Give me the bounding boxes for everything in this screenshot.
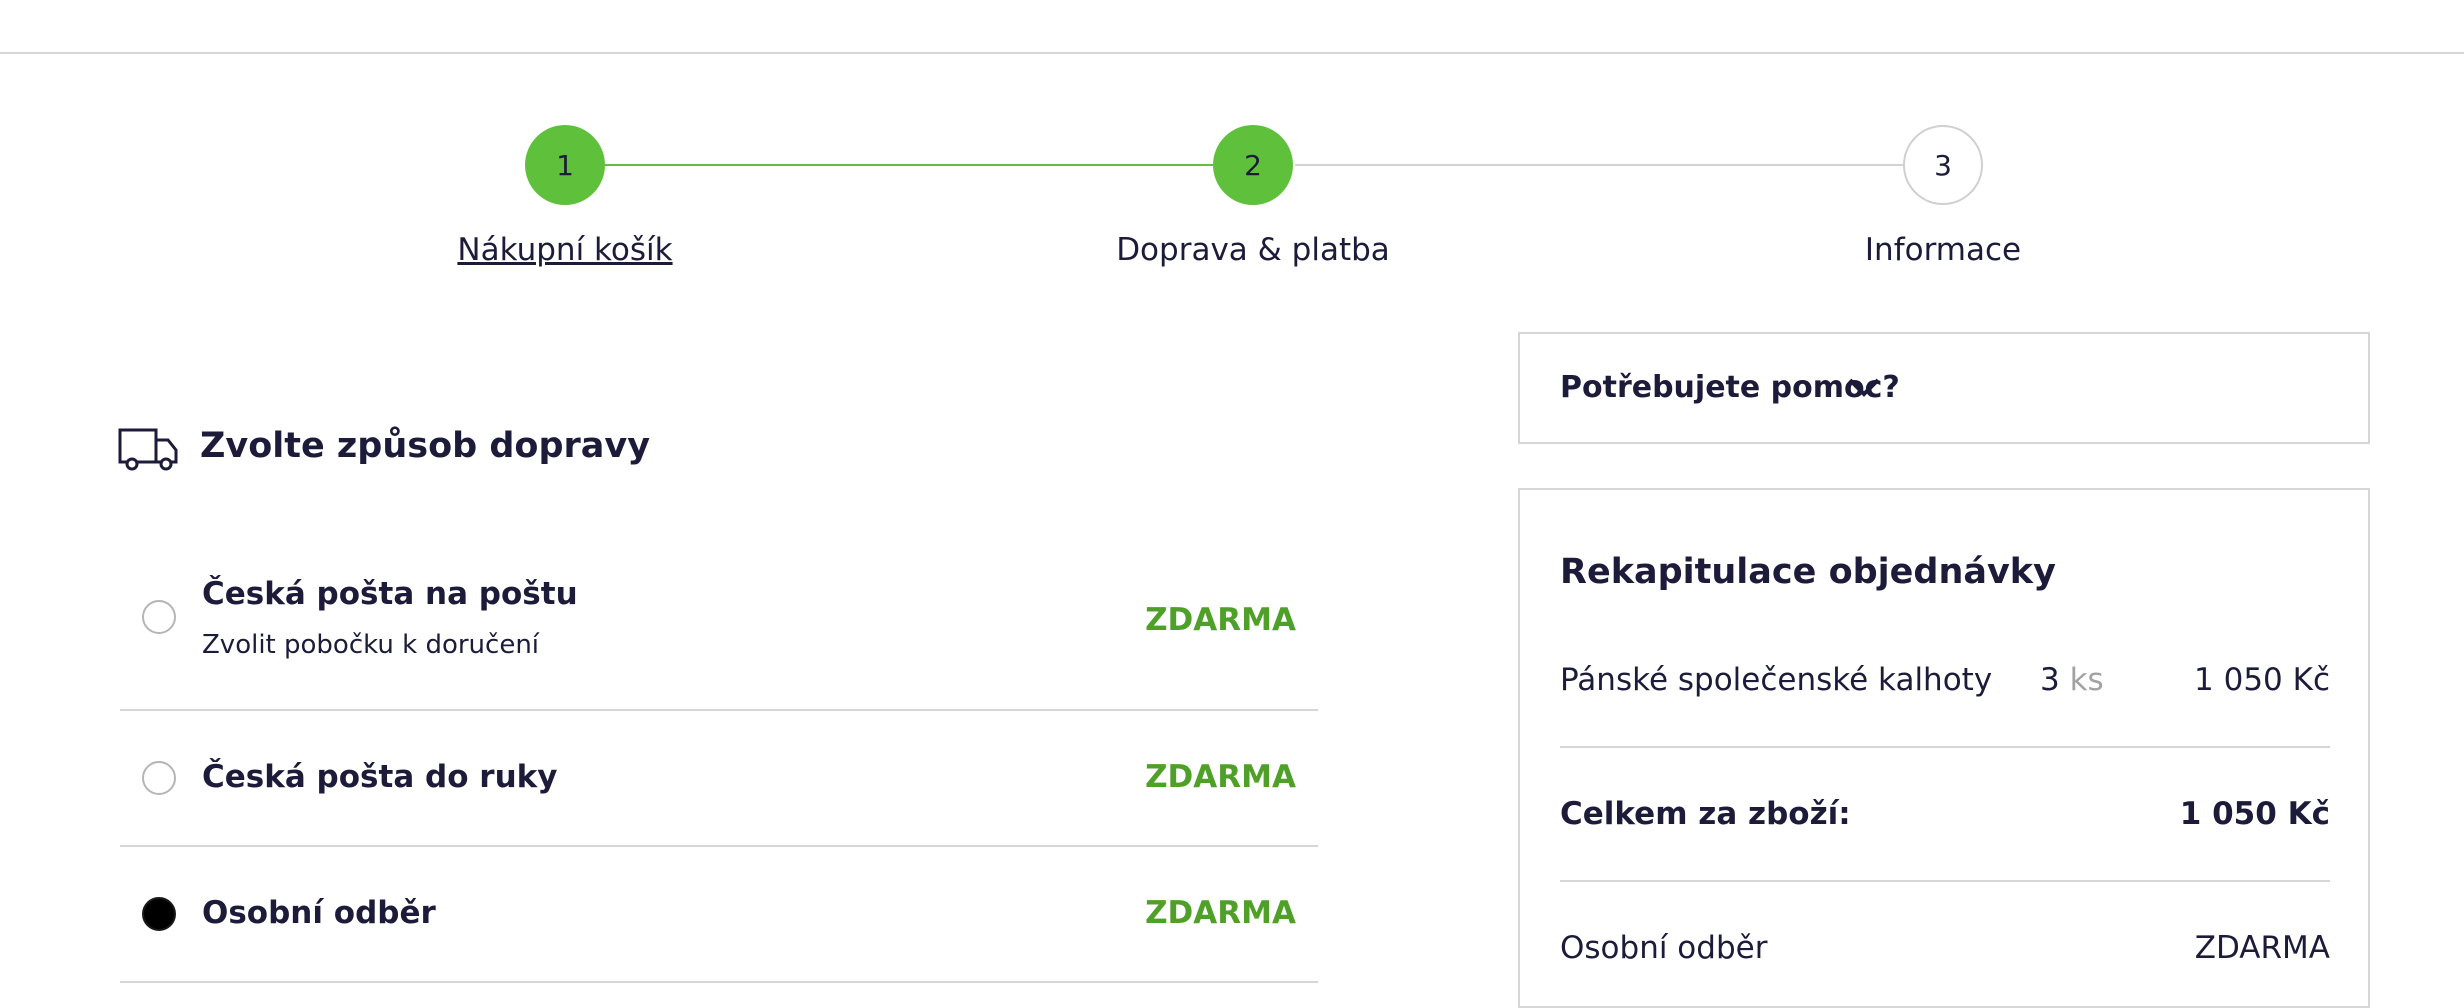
stepper-line-completed	[605, 164, 1213, 166]
shipping-option-osobni-odber[interactable]: Osobní odběr ZDARMA	[120, 847, 1318, 981]
step-2-circle: 2	[1213, 125, 1293, 205]
chevron-down-icon	[1848, 378, 1880, 397]
item-quantity: 3 ks	[2040, 662, 2104, 698]
shipping-method-label: Osobní odběr	[1560, 930, 1768, 966]
radio-button-selected[interactable]	[142, 897, 176, 931]
step-2-label: Doprava & platba	[1116, 232, 1390, 268]
truck-icon	[118, 428, 178, 471]
step-1-label-link[interactable]: Nákupní košík	[355, 232, 775, 268]
option-divider	[120, 981, 1318, 983]
radio-button[interactable]	[142, 600, 176, 634]
shipping-method-price: ZDARMA	[2194, 930, 2330, 966]
step-1-circle[interactable]: 1	[525, 125, 605, 205]
stepper-line-pending	[1295, 164, 1905, 166]
radio-button[interactable]	[142, 761, 176, 795]
total-label: Celkem za zboží:	[1560, 796, 1851, 832]
header-divider	[0, 52, 2464, 54]
shipping-option-price: ZDARMA	[1145, 602, 1296, 638]
item-name: Pánské společenské kalhoty	[1560, 662, 1993, 698]
summary-divider	[1560, 880, 2330, 882]
item-price: 1 050 Kč	[2194, 662, 2330, 698]
shipping-option-price: ZDARMA	[1145, 759, 1296, 795]
shipping-option-ceska-posta-do-ruky[interactable]: Česká pošta do ruky ZDARMA	[120, 711, 1318, 845]
summary-divider	[1560, 746, 2330, 748]
shipping-section-title: Zvolte způsob dopravy	[200, 426, 651, 466]
pickup-branch-link[interactable]: Zvolit pobočku k doručení	[202, 630, 539, 660]
total-value: 1 050 Kč	[2179, 796, 2330, 832]
order-summary: Rekapitulace objednávky Pánské společens…	[1518, 488, 2370, 1008]
step-3-label: Informace	[1864, 232, 2022, 268]
help-dropdown[interactable]: Potřebujete pomoc?	[1518, 332, 2370, 444]
shipping-option-name: Osobní odběr	[202, 895, 436, 931]
shipping-option-ceska-posta-na-postu[interactable]: Česká pošta na poštu Zvolit pobočku k do…	[120, 560, 1318, 710]
shipping-option-name: Česká pošta na poštu	[202, 576, 578, 612]
step-3-circle: 3	[1903, 125, 1983, 205]
order-summary-title: Rekapitulace objednávky	[1560, 552, 2056, 592]
shipping-option-name: Česká pošta do ruky	[202, 759, 558, 795]
shipping-option-price: ZDARMA	[1145, 895, 1296, 931]
